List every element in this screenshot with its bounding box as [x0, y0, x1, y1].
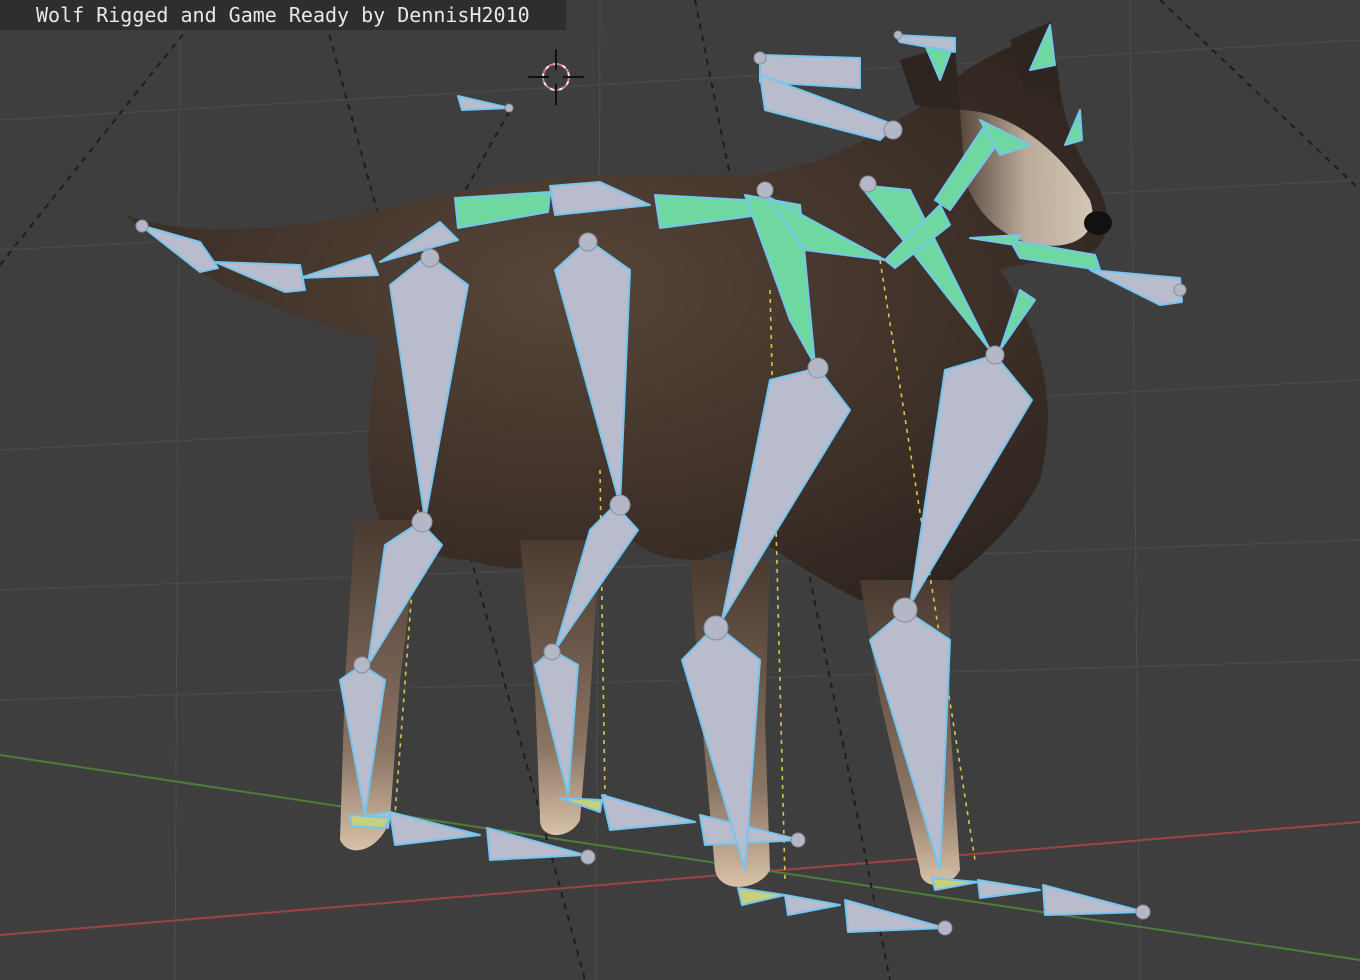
scene-canvas[interactable] — [0, 0, 1360, 980]
3d-viewport[interactable]: Wolf Rigged and Game Ready by DennisH201… — [0, 0, 1360, 980]
axis-x-line — [0, 821, 1360, 936]
axis-y-line — [0, 754, 1360, 961]
3d-cursor-icon[interactable] — [528, 49, 584, 105]
viewport-title: Wolf Rigged and Game Ready by DennisH201… — [0, 0, 566, 30]
